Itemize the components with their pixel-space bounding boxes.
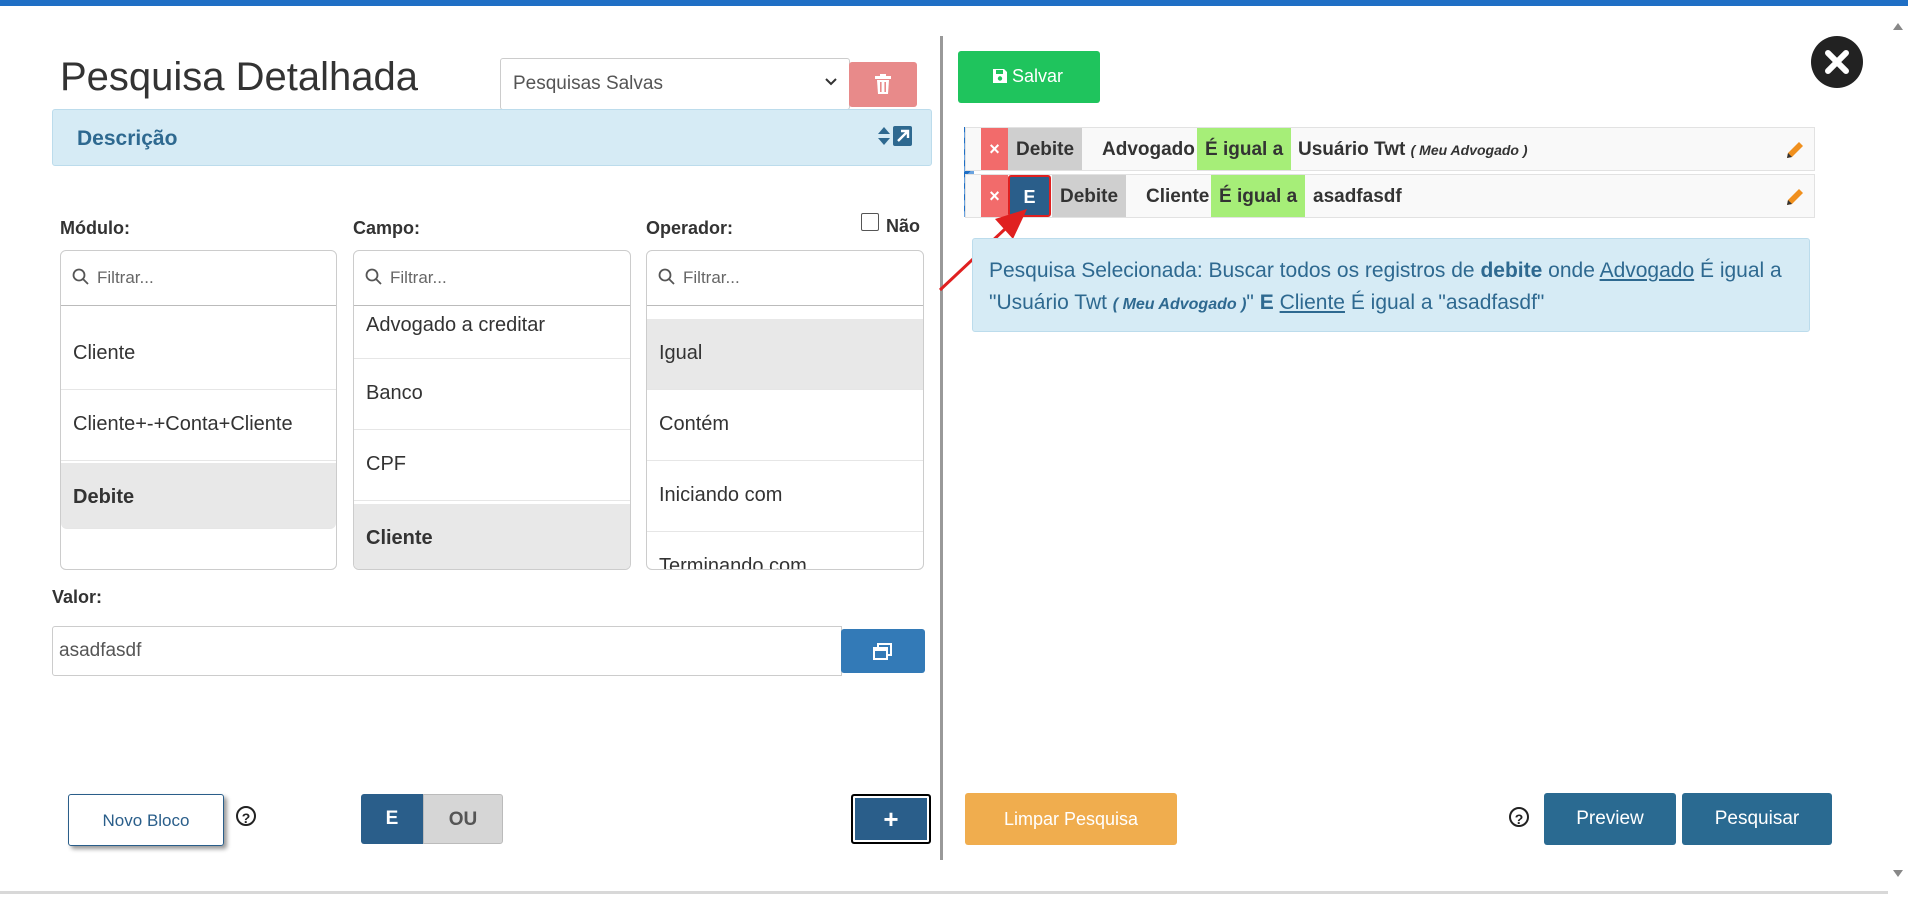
search-button[interactable]: Pesquisar xyxy=(1682,793,1832,845)
criterion-value: asadfasdf xyxy=(1313,186,1402,207)
edit-pencil-icon[interactable] xyxy=(1784,139,1806,161)
list-item-label: Terminando com xyxy=(659,555,807,570)
search-icon xyxy=(365,268,382,285)
campo-filter-placeholder: Filtrar... xyxy=(390,268,447,287)
delete-saved-search-button[interactable] xyxy=(849,62,917,107)
criterion-field: Cliente xyxy=(1146,186,1210,207)
criterion-value: Usuário Twt ( Meu Advogado ) xyxy=(1290,128,1536,170)
summary-module: debite xyxy=(1480,259,1543,282)
summary-field-1: Advogado xyxy=(1599,259,1695,282)
summary-onde: onde xyxy=(1548,259,1595,282)
expand-sort-icon[interactable] xyxy=(877,124,913,153)
edit-pencil-icon[interactable] xyxy=(1784,186,1806,208)
trash-icon xyxy=(875,74,891,94)
modulo-label: Módulo: xyxy=(60,218,130,238)
summary-value-1-end: " xyxy=(1246,291,1254,314)
criterion-operator: É igual a xyxy=(1197,128,1292,170)
summary-field-2: Cliente xyxy=(1279,291,1345,314)
list-item-label: Igual xyxy=(659,342,703,364)
list-item[interactable]: Iniciando com xyxy=(647,461,923,532)
nao-checkbox[interactable] xyxy=(861,213,879,231)
scroll-up-arrow-icon[interactable] xyxy=(1888,18,1908,34)
search-icon xyxy=(658,268,675,285)
saved-searches-value: Pesquisas Salvas xyxy=(513,73,663,94)
panel-divider xyxy=(940,36,943,860)
nao-label: Não xyxy=(886,216,921,236)
criterion-value-text: Usuário Twt xyxy=(1298,139,1406,160)
scroll-down-arrow-icon[interactable] xyxy=(1888,866,1908,882)
list-item-label: Debite xyxy=(73,486,135,508)
list-item-selected[interactable]: Debite xyxy=(61,463,336,529)
valor-label: Valor: xyxy=(52,587,103,607)
list-item-label: Cliente xyxy=(73,342,136,364)
page-scrollbar[interactable] xyxy=(1888,6,1908,891)
modulo-filter-placeholder: Filtrar... xyxy=(97,268,154,287)
operador-list: Filtrar... Igual Contém Iniciando com Te… xyxy=(646,250,924,570)
criterion-value-note: ( Meu Advogado ) xyxy=(1410,142,1528,158)
list-item-label: Cliente xyxy=(366,527,433,549)
operador-filter-input[interactable]: Filtrar... xyxy=(647,251,923,306)
list-item-label: Iniciando com xyxy=(659,484,783,506)
operador-filter-placeholder: Filtrar... xyxy=(683,268,740,287)
or-toggle-button[interactable]: OU xyxy=(423,794,503,844)
page-title: Pesquisa Detalhada xyxy=(60,55,419,99)
floppy-disk-icon xyxy=(993,69,1007,83)
remove-criterion-button[interactable]: × xyxy=(981,128,1008,170)
description-panel-header[interactable]: Descrição xyxy=(52,109,932,166)
campo-label: Campo: xyxy=(353,218,420,238)
preview-button[interactable]: Preview xyxy=(1544,793,1676,845)
valor-input[interactable]: asadfasdf xyxy=(52,626,842,676)
list-item-label: CPF xyxy=(366,453,406,475)
criterion-module: Debite xyxy=(1008,128,1083,170)
chevron-down-icon xyxy=(823,73,839,94)
list-item-selected[interactable]: Igual xyxy=(647,319,923,390)
search-icon xyxy=(72,268,89,285)
close-icon[interactable] xyxy=(1811,36,1863,88)
summary-operator-1: É igual a xyxy=(1700,259,1782,282)
list-item[interactable]: CPF xyxy=(354,430,630,501)
list-item[interactable]: Contém xyxy=(647,390,923,461)
description-label: Descrição xyxy=(77,127,178,150)
criterion-module: Debite xyxy=(1052,175,1127,217)
list-item-label: Cliente+-+Conta+Cliente xyxy=(73,413,293,435)
criterion-row: × E Debite Cliente É igual a asadfasdf xyxy=(965,174,1815,218)
summary-prefix: Pesquisa Selecionada: Buscar todos os re… xyxy=(989,259,1475,282)
list-item-label: Banco xyxy=(366,382,423,404)
saved-searches-select[interactable]: Pesquisas Salvas xyxy=(500,58,850,110)
window-restore-icon xyxy=(873,643,892,660)
criterion-row: × Debite Advogado É igual a Usuário Twt … xyxy=(965,127,1815,171)
list-item[interactable]: Advogado a creditar xyxy=(354,305,630,359)
valor-options-button[interactable] xyxy=(841,629,925,673)
add-criterion-button[interactable]: + xyxy=(851,794,931,844)
campo-list: Filtrar... Advogado a creditar Banco CPF… xyxy=(353,250,631,570)
modulo-filter-input[interactable]: Filtrar... xyxy=(61,251,336,306)
list-item-selected[interactable]: Cliente xyxy=(354,504,630,569)
operador-label: Operador: xyxy=(646,218,734,238)
summary-connector: E xyxy=(1259,291,1274,314)
save-button-label: Salvar xyxy=(1012,66,1064,86)
valor-input-value: asadfasdf xyxy=(59,640,142,661)
modulo-list: Filtrar... Cliente Cliente+-+Conta+Clien… xyxy=(60,250,337,570)
summary-value-1-note: ( Meu Advogado ) xyxy=(1112,296,1247,313)
summary-operator-2: É igual a xyxy=(1350,291,1433,314)
novo-bloco-button[interactable]: Novo Bloco xyxy=(68,794,224,846)
criterion-field: Advogado xyxy=(1102,139,1195,160)
list-item[interactable]: Cliente xyxy=(61,319,336,390)
summary-value-1: "Usuário Twt xyxy=(989,291,1107,314)
criterion-operator: É igual a xyxy=(1211,175,1306,217)
list-item[interactable]: Terminando com xyxy=(647,532,923,570)
list-item-label: Advogado a creditar xyxy=(366,314,546,336)
summary-value-2: "asadfasdf" xyxy=(1438,291,1545,314)
campo-filter-input[interactable]: Filtrar... xyxy=(354,251,630,306)
help-icon[interactable]: ? xyxy=(236,806,256,826)
help-icon[interactable]: ? xyxy=(1509,807,1529,827)
clear-search-button[interactable]: Limpar Pesquisa xyxy=(965,793,1177,845)
modal-bottom-border xyxy=(0,891,1888,894)
and-toggle-button[interactable]: E xyxy=(361,794,423,844)
save-button[interactable]: Salvar xyxy=(958,51,1100,103)
list-item[interactable]: Cliente+-+Conta+Cliente xyxy=(61,390,336,461)
list-item[interactable]: Banco xyxy=(354,359,630,430)
selected-search-summary: Pesquisa Selecionada: Buscar todos os re… xyxy=(972,238,1810,332)
list-item-label: Contém xyxy=(659,413,730,435)
